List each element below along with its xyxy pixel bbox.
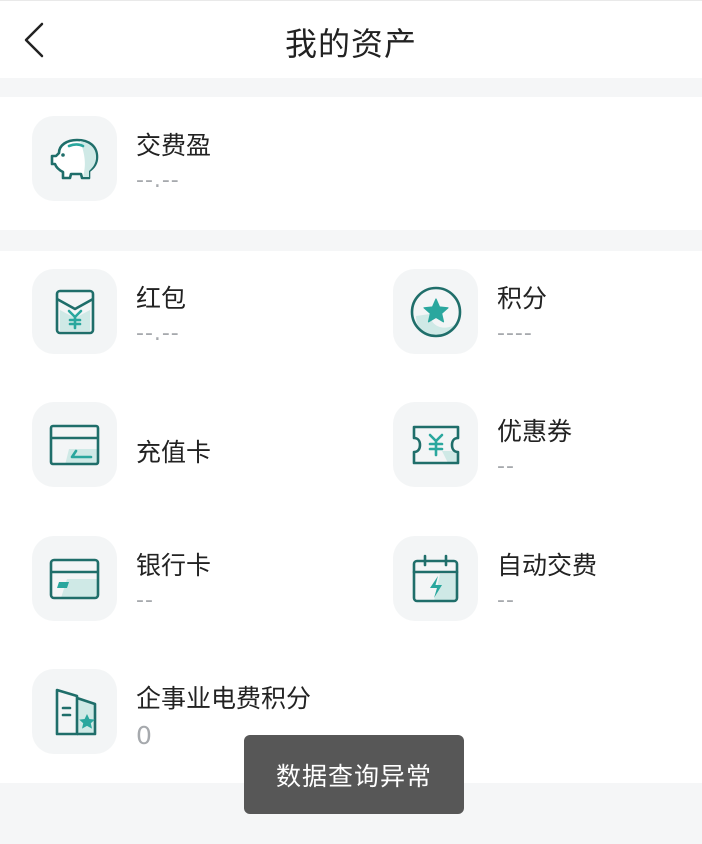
enterprise-points-label: 企事业电费积分: [136, 684, 312, 713]
recharge-card-icon-box: [32, 402, 117, 487]
bank-card-icon: [49, 558, 99, 599]
recharge-card-label: 充值卡: [136, 438, 212, 467]
coupon-icon-box: [393, 402, 478, 487]
page-title: 我的资产: [284, 25, 417, 63]
bank-card-item[interactable]: 银行卡 --: [32, 536, 352, 621]
auto-pay-label: 自动交费: [497, 551, 598, 580]
red-packet-value: --.--: [136, 321, 180, 346]
bank-card-icon-box: [32, 536, 117, 621]
fee-profit-icon-box: [32, 116, 117, 201]
coupon-value: --: [497, 454, 515, 479]
auto-pay-icon-box: [393, 536, 478, 621]
points-value: ----: [497, 321, 533, 346]
fee-profit-label: 交费盈: [136, 131, 212, 160]
assets-card: 红包 --.-- 积分 ---- 充值卡 优惠券 -- 银行卡 -- 自动交费 …: [0, 251, 702, 783]
fee-profit-card: 交费盈 --.--: [0, 97, 702, 230]
auto-pay-value: --: [497, 588, 515, 613]
points-item[interactable]: 积分 ----: [393, 269, 693, 354]
red-packet-item[interactable]: 红包 --.--: [32, 269, 352, 354]
piggy-bank-icon: [50, 138, 98, 179]
auto-pay-item[interactable]: 自动交费 --: [393, 536, 693, 621]
calendar-lightning-icon: [412, 554, 458, 602]
points-icon-box: [393, 269, 478, 354]
red-packet-icon-box: [32, 269, 117, 354]
recharge-card-icon: [49, 424, 99, 465]
error-toast: 数据查询异常: [244, 735, 464, 814]
fee-profit-item[interactable]: 交费盈 --.--: [32, 116, 672, 201]
points-label: 积分: [497, 284, 548, 313]
red-envelope-icon: [55, 289, 94, 334]
enterprise-points-value: 0: [136, 721, 153, 750]
building-star-icon: [55, 688, 96, 735]
star-badge-icon: [410, 286, 461, 337]
coupon-label: 优惠券: [497, 417, 573, 446]
enterprise-points-icon-box: [32, 669, 117, 754]
red-packet-label: 红包: [136, 284, 187, 313]
coupon-ticket-icon: [412, 425, 459, 464]
coupon-item[interactable]: 优惠券 --: [393, 402, 693, 487]
bank-card-label: 银行卡: [136, 551, 212, 580]
navigation-bar: 我的资产: [0, 0, 702, 78]
bank-card-value: --: [136, 588, 154, 613]
recharge-card-item[interactable]: 充值卡: [32, 402, 352, 487]
fee-profit-value: --.--: [136, 168, 180, 193]
